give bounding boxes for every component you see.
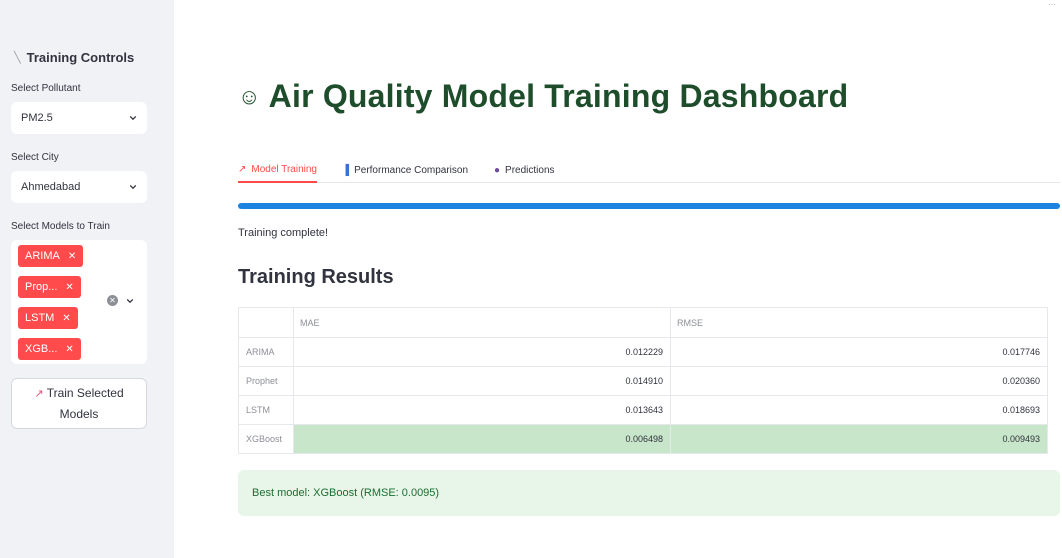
mae-cell[interactable]: 0.012229 <box>293 337 671 367</box>
chevron-down-icon <box>129 184 137 190</box>
rocket-icon: ↗ <box>34 388 44 400</box>
table-header-row: MAE RMSE <box>238 307 1048 338</box>
mae-cell[interactable]: 0.013643 <box>293 395 671 425</box>
sidebar-title: ╲ Training Controls <box>14 50 135 65</box>
remove-icon[interactable]: ✕ <box>68 251 76 262</box>
mae-cell[interactable]: 0.006498 <box>293 424 671 454</box>
results-heading: Training Results <box>238 266 394 288</box>
tab-model-training[interactable]: ↗ Model Training <box>238 157 317 183</box>
sidebar: ╲ Training Controls Select Pollutant PM2… <box>0 0 174 558</box>
best-model-text: Best model: XGBoost (RMSE: 0.0095) <box>252 487 440 499</box>
index-header <box>238 307 294 338</box>
mae-cell[interactable]: 0.014910 <box>293 366 671 396</box>
table-row: ARIMA 0.012229 0.017746 <box>238 337 1048 367</box>
pollutant-value: PM2.5 <box>21 112 53 124</box>
page-title: ☺ Air Quality Model Training Dashboard <box>238 78 849 114</box>
rmse-cell[interactable]: 0.009493 <box>670 424 1048 454</box>
row-label: ARIMA <box>238 337 294 367</box>
city-select[interactable]: Ahmedabad <box>11 171 147 203</box>
remove-icon[interactable]: ✕ <box>62 313 70 324</box>
table-row: Prophet 0.014910 0.020360 <box>238 366 1048 396</box>
bar-chart-icon: ▐ <box>342 164 350 176</box>
train-selected-models-button[interactable]: ↗ Train Selected Models <box>11 378 147 429</box>
tab-predictions[interactable]: ● Predictions <box>494 157 555 183</box>
table-row: LSTM 0.013643 0.018693 <box>238 395 1048 425</box>
crystal-ball-icon: ● <box>494 164 501 176</box>
row-label: XGBoost <box>238 424 294 454</box>
model-tag-xgboost[interactable]: XGB... ✕ <box>18 338 81 360</box>
status-text: Training complete! <box>238 227 329 239</box>
wrench-icon: ╲ <box>14 52 21 64</box>
chart-increasing-icon: ↗ <box>238 163 247 175</box>
chevron-down-icon[interactable] <box>126 297 134 305</box>
city-label: Select City <box>11 152 59 163</box>
rmse-cell[interactable]: 0.018693 <box>670 395 1048 425</box>
clear-all-icon[interactable]: ✕ <box>107 295 118 306</box>
row-label: LSTM <box>238 395 294 425</box>
remove-icon[interactable]: ✕ <box>65 344 73 355</box>
model-tag-lstm[interactable]: LSTM ✕ <box>18 307 78 329</box>
face-mask-icon: ☺ <box>238 83 261 109</box>
mae-header[interactable]: MAE <box>293 307 671 338</box>
pollutant-select[interactable]: PM2.5 <box>11 102 147 134</box>
toolbar-dots[interactable]: ··· <box>1048 0 1056 9</box>
rmse-cell[interactable]: 0.017746 <box>670 337 1048 367</box>
results-table: MAE RMSE ARIMA 0.012229 0.017746 Prophet… <box>238 307 1048 454</box>
multiselect-controls: ✕ <box>107 295 134 306</box>
rmse-cell[interactable]: 0.020360 <box>670 366 1048 396</box>
progress-bar <box>238 203 1060 209</box>
models-multiselect[interactable]: ARIMA ✕ Prop... ✕ LSTM ✕ XGB... ✕ ✕ <box>11 240 147 364</box>
tab-bar: ↗ Model Training ▐ Performance Compariso… <box>238 150 1060 183</box>
row-label: Prophet <box>238 366 294 396</box>
model-tag-arima[interactable]: ARIMA ✕ <box>18 245 84 267</box>
rmse-header[interactable]: RMSE <box>670 307 1048 338</box>
chevron-down-icon <box>129 115 137 121</box>
models-label: Select Models to Train <box>11 221 110 232</box>
remove-icon[interactable]: ✕ <box>65 282 73 293</box>
tab-performance-comparison[interactable]: ▐ Performance Comparison <box>342 157 468 183</box>
pollutant-label: Select Pollutant <box>11 83 81 94</box>
table-row-best: XGBoost 0.006498 0.009493 <box>238 424 1048 454</box>
best-model-alert: Best model: XGBoost (RMSE: 0.0095) <box>238 470 1060 516</box>
city-value: Ahmedabad <box>21 181 81 193</box>
model-tag-prophet[interactable]: Prop... ✕ <box>18 276 81 298</box>
